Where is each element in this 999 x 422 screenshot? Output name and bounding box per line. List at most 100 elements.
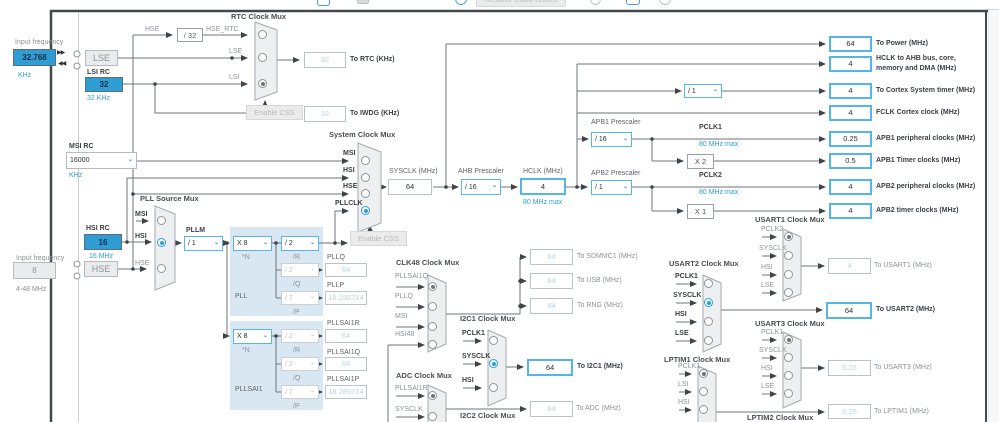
sys-hse-label: HSE <box>343 183 358 190</box>
hclk-max-label: 80 MHz max <box>523 199 563 206</box>
apb1-peripheral-box[interactable]: 0.25 <box>829 131 872 147</box>
pclk1-max-label: 80 MHz max <box>699 141 739 148</box>
pll-p-dropdown[interactable]: / 7 ⌄ <box>281 291 319 305</box>
msi-rc-dropdown[interactable]: 16000 ⌄ <box>66 152 137 169</box>
rtc-mux-radio-lsi[interactable] <box>258 79 267 88</box>
expand-icon[interactable] <box>626 0 640 5</box>
pllq-label: PLLQ <box>327 254 345 261</box>
usart3-radio-sysclk[interactable] <box>784 353 793 362</box>
pll-r-dropdown[interactable]: / 2 ⌄ <box>281 236 319 251</box>
pll-source-mux-title: PLL Source Mux <box>140 194 199 203</box>
to-i2c1-box[interactable]: 64 <box>527 359 573 376</box>
pllsrc-radio-hse[interactable] <box>157 264 166 273</box>
clk48-radio-msi[interactable] <box>428 322 437 331</box>
apb1-timer-label: APB1 Timer clocks (MHz) <box>876 157 961 164</box>
sys-radio-msi[interactable] <box>361 156 370 165</box>
pllm-value: / 1 <box>188 240 196 247</box>
hclk-box[interactable]: 4 <box>520 178 566 195</box>
rtc-mux-radio-lse[interactable] <box>258 53 267 62</box>
pllsai1r-label: PLLSAI1R <box>327 320 360 327</box>
sys-radio-hse[interactable] <box>361 189 370 198</box>
usart1-radio-hsi[interactable] <box>784 270 793 279</box>
usart1-radio-sysclk[interactable] <box>784 251 793 260</box>
pllsrc-radio-msi[interactable] <box>157 216 166 225</box>
pll-q-dropdown[interactable]: / 2 ⌄ <box>281 263 319 277</box>
usart2-mux-title: USART2 Clock Mux <box>669 259 739 268</box>
usart2-radio-lse[interactable] <box>704 336 713 345</box>
clk48-radio-pllsai1q[interactable] <box>428 282 437 291</box>
i2c1-radio-pclk1[interactable] <box>489 336 498 345</box>
adc-radio-sysclk[interactable] <box>428 412 437 421</box>
usart3-radio-hsi[interactable] <box>784 371 793 380</box>
usart3-lse-label: LSE <box>761 383 775 390</box>
apb1-prescaler-dropdown[interactable]: / 16 ⌄ <box>591 132 632 147</box>
fclk-box[interactable]: 4 <box>829 105 872 121</box>
i2c2-mux-title: I2C2 Clock Mux <box>460 411 516 420</box>
clk48-radio-pllq[interactable] <box>428 302 437 311</box>
new-file-icon[interactable] <box>317 0 330 6</box>
save-icon[interactable] <box>357 0 369 4</box>
to-rng-label: To RNG (MHz) <box>577 302 623 309</box>
pllm-dropdown[interactable]: / 1 ⌄ <box>184 236 223 251</box>
sys-enable-css-button[interactable]: Enable CSS <box>350 231 407 246</box>
rtc-mux-radio-hse[interactable] <box>258 30 267 39</box>
apb1-timer-box[interactable]: 0.5 <box>829 153 872 169</box>
to-usart2-box[interactable]: 64 <box>826 302 872 319</box>
to-adc-box: 64 <box>530 401 573 417</box>
hsi-rc-box[interactable]: 16 <box>84 234 122 250</box>
clk48-radio-hsi48[interactable] <box>428 340 437 349</box>
chevron-down-icon: ⌄ <box>491 183 497 189</box>
cortex-prescaler-dropdown[interactable]: / 1 ⌄ <box>684 84 722 98</box>
usart2-radio-pclk1[interactable] <box>704 279 713 288</box>
sys-radio-hsi[interactable] <box>361 173 370 182</box>
pll-name-label: PLL <box>235 293 248 300</box>
lptim2-mux-title: LPTIM2 Clock Mux <box>747 413 814 422</box>
to-iwdg-box: 32 <box>304 106 346 122</box>
lptim1-radio-lsi[interactable] <box>699 387 708 396</box>
to-i2c1-label: To I2C1 (MHz) <box>577 363 623 370</box>
pllsai1-r-dropdown[interactable]: / 2 ⌄ <box>281 329 319 343</box>
ahb-prescaler-dropdown[interactable]: / 16 ⌄ <box>461 179 501 195</box>
apb1-prescaler-label: APB1 Prescaler <box>591 119 641 126</box>
lptim1-radio-pclk1[interactable] <box>699 369 708 378</box>
adc-mux-title: ADC Clock Mux <box>396 371 452 380</box>
usart1-radio-lse[interactable] <box>784 288 793 297</box>
rtc-enable-css-button[interactable]: Enable CSS <box>246 105 303 120</box>
to-usart1-label: To USART1 (MHz) <box>874 262 932 269</box>
cortex-timer-box[interactable]: 4 <box>829 83 872 99</box>
lse-input-frequency-field[interactable]: 32.768 <box>13 49 56 66</box>
chevron-down-icon: ⌄ <box>262 239 268 246</box>
usart3-radio-lse[interactable] <box>784 389 793 398</box>
sys-radio-pllclk[interactable] <box>361 206 370 215</box>
to-power-box[interactable]: 64 <box>829 36 872 52</box>
apb2-timer-box[interactable]: 4 <box>829 203 872 219</box>
pllsai1-n-dropdown[interactable]: X 8 ⌄ <box>233 329 272 344</box>
i2c1-radio-hsi[interactable] <box>489 383 498 392</box>
usart3-hsi-label: HSI <box>761 365 773 372</box>
to-iwdg-label: To IWDG (KHz) <box>350 110 400 117</box>
i2c1-radio-sysclk[interactable] <box>489 359 498 368</box>
msi-rc-value: 16000 <box>70 157 90 164</box>
usart2-radio-sysclk[interactable] <box>704 298 713 307</box>
hse-input-frequency-field[interactable]: 8 <box>13 262 56 279</box>
lsi-rc-box[interactable]: 32 <box>85 77 123 92</box>
chevron-down-icon: ⌄ <box>309 360 315 366</box>
vertical-scrollbar[interactable] <box>988 10 999 422</box>
pll-n-dropdown[interactable]: X 8 ⌄ <box>233 236 272 251</box>
lptim1-radio-hsi[interactable] <box>699 405 708 414</box>
usart1-radio-pclk2[interactable] <box>784 232 793 241</box>
clk48-pllq-label: PLLQ <box>395 293 413 300</box>
hclk-ahb-box[interactable]: 4 <box>829 56 872 72</box>
usart3-radio-pclk1[interactable] <box>784 335 793 344</box>
pllsai1-p-dropdown[interactable]: / 7 ⌄ <box>281 385 319 399</box>
resolve-clock-issues-button[interactable]: Resolve Clock Issues <box>476 0 566 7</box>
pllsai1-q-dropdown[interactable]: / 2 ⌄ <box>281 357 319 371</box>
apb2-prescaler-dropdown[interactable]: / 1 ⌄ <box>591 180 632 195</box>
usart2-radio-hsi[interactable] <box>704 317 713 326</box>
usart1-pclk2-label: PCLK2 <box>761 226 784 233</box>
pll-q-sub: /Q <box>293 281 301 288</box>
pllsrc-radio-hsi[interactable] <box>157 238 166 247</box>
apb2-peripheral-box[interactable]: 4 <box>829 179 872 195</box>
lsi-freq-label: 32 KHz <box>87 95 110 102</box>
adc-radio-pllsai1r[interactable] <box>428 391 437 400</box>
